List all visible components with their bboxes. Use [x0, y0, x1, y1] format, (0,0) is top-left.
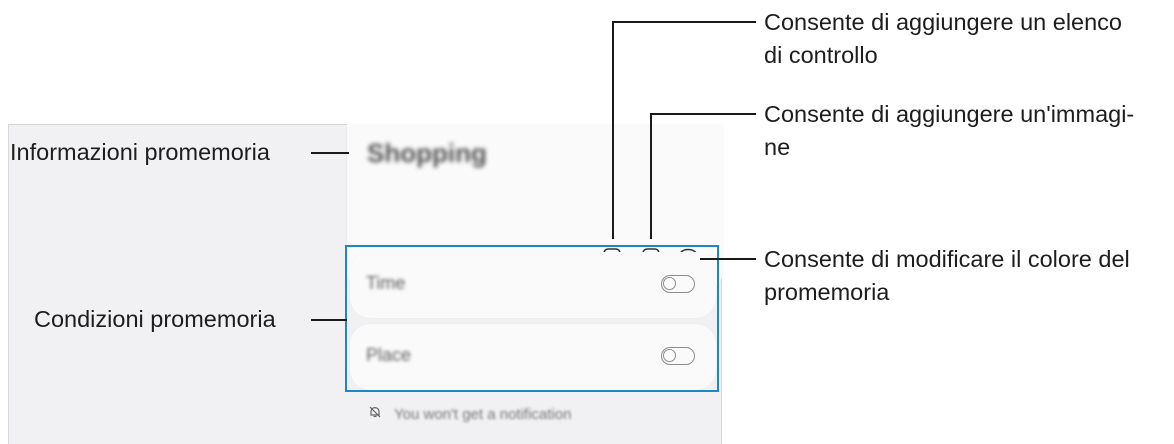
bell-off-icon [368, 405, 382, 424]
notification-text: You won't get a notification [394, 405, 572, 423]
color-callout-line [700, 258, 756, 260]
info-callout: Informazioni promemoria [10, 139, 270, 165]
checklist-callout-line-v [612, 21, 614, 239]
conditions-callout-line [311, 319, 347, 321]
image-callout-line1: Consente di aggiungere un'immagi- [764, 101, 1135, 127]
image-callout-line-h [650, 113, 756, 115]
checklist-callout-line-h [612, 21, 756, 23]
notification-row: You won't get a notification [368, 404, 571, 424]
color-callout-line1: Consente di modificare il colore del [764, 246, 1130, 272]
memo-title[interactable]: Shopping [367, 138, 487, 169]
image-callout-line2: ne [764, 134, 791, 160]
color-callout-line2: promemoria [764, 279, 890, 305]
checklist-callout-line2: di controllo [764, 42, 878, 68]
conditions-highlight [345, 245, 719, 392]
image-callout-line-v [650, 113, 652, 239]
checklist-callout-line1: Consente di aggiungere un elenco [764, 9, 1122, 35]
info-callout-line [311, 152, 349, 154]
conditions-callout: Condizioni promemoria [34, 306, 276, 332]
